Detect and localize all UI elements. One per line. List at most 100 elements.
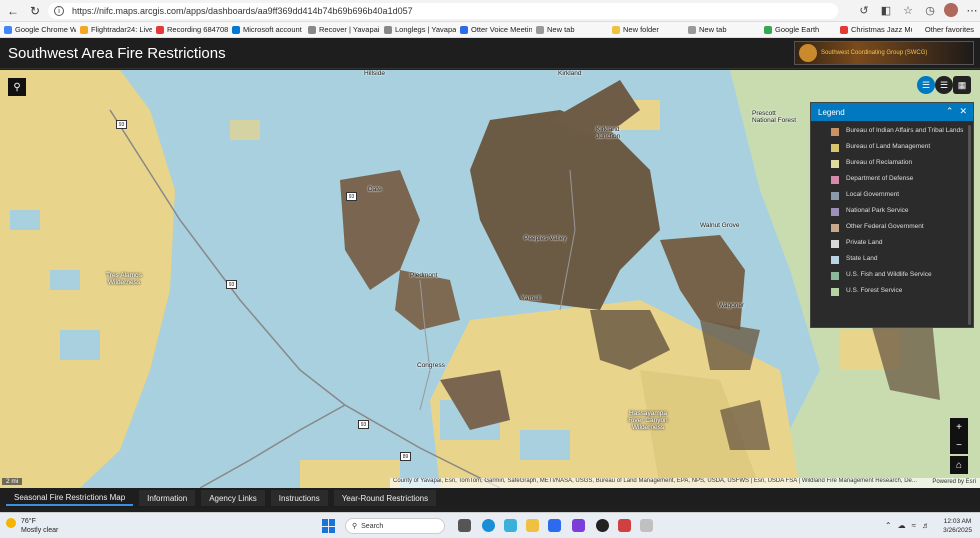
bookmark-label: Recover | Yavapai Li... — [319, 25, 380, 34]
media-player-icon[interactable] — [596, 519, 609, 532]
app-icon-1[interactable] — [504, 519, 517, 532]
bookmark-favicon — [384, 25, 392, 34]
close-icon[interactable]: ✕ — [959, 106, 967, 117]
zoom-out-button[interactable]: − — [950, 436, 968, 454]
bookmark-item[interactable]: New tab — [536, 25, 608, 34]
bookmark-label: Google Earth — [775, 25, 820, 34]
bookmark-item[interactable]: Recover | Yavapai Li... — [308, 25, 380, 34]
legend-item: Department of Defense — [831, 175, 973, 184]
bookmark-item[interactable]: Christmas Jazz Musi... — [840, 25, 912, 34]
home-icon[interactable]: ⌂ — [950, 456, 968, 474]
app-icon-4[interactable] — [618, 519, 631, 532]
back-icon[interactable]: ← — [4, 2, 22, 20]
windows-start-icon[interactable] — [322, 519, 336, 533]
bookmark-item[interactable]: Otter Voice Meeting... — [460, 25, 532, 34]
legend-label: Department of Defense — [846, 175, 914, 182]
bookmark-item[interactable]: Microsoft account |... — [232, 25, 304, 34]
dashboard-header: Southwest Area Fire Restrictions Southwe… — [0, 38, 980, 69]
legend-item: Bureau of Land Management — [831, 143, 973, 152]
tab-item[interactable]: Instructions — [270, 490, 328, 506]
bookmark-item[interactable]: Longlegs | Yavapai L... — [384, 25, 456, 34]
weather-condition: Mostly clear — [21, 527, 59, 534]
app-icon-3[interactable] — [572, 519, 585, 532]
tab-item[interactable]: Information — [139, 490, 196, 506]
tab-item[interactable]: Agency Links — [201, 490, 265, 506]
map-place-label: Piedmont — [410, 272, 438, 279]
layers-icon[interactable]: ☰ — [935, 76, 953, 94]
bookmark-favicon — [232, 25, 240, 34]
bookmark-item[interactable]: New tab — [688, 25, 760, 34]
bookmark-favicon — [612, 25, 620, 34]
bookmark-item[interactable]: Recording 6847083... — [156, 25, 228, 34]
cloud-icon[interactable]: ☁ — [898, 521, 906, 530]
browser-toolbar: ← ↻ i https://nifc.maps.arcgis.com/apps/… — [0, 0, 980, 22]
legend-swatch — [831, 176, 839, 184]
bookmark-item[interactable]: New folder — [612, 25, 684, 34]
wifi-icon[interactable]: ≈ — [912, 521, 916, 530]
bookmark-label: New tab — [699, 25, 727, 34]
taskbar-search[interactable]: ⚲ Search — [345, 518, 445, 534]
tab-item[interactable]: Year-Round Restrictions — [333, 490, 437, 506]
legend-swatch — [831, 208, 839, 216]
legend-scrollbar[interactable] — [968, 125, 971, 325]
extensions-icon[interactable]: ◧ — [878, 2, 894, 18]
more-menu-icon[interactable]: ⋯ — [964, 2, 980, 18]
route-shield: 93 — [116, 120, 127, 129]
legend-toggle-icon[interactable]: ☰ — [917, 76, 935, 94]
bookmark-label: New tab — [547, 25, 575, 34]
map-search-icon[interactable]: ⚲ — [8, 78, 26, 96]
map-place-label: Yarnell — [521, 295, 541, 302]
other-favorites[interactable]: Other favorites — [925, 25, 974, 34]
map-place-label: Peeples Valley — [524, 235, 567, 242]
map-place-label: Congress — [417, 362, 445, 369]
refresh-page-icon[interactable]: ↺ — [856, 2, 872, 18]
bookmark-label: Christmas Jazz Musi... — [851, 25, 912, 34]
tab-item[interactable]: Seasonal Fire Restrictions Map — [6, 490, 134, 506]
bookmarks-bar: Google Chrome We... Flightradar24: Live F… — [0, 22, 980, 38]
legend-label: U.S. Forest Service — [846, 287, 903, 294]
profile-avatar[interactable] — [944, 3, 958, 17]
legend-label: Bureau of Indian Affairs and Tribal Land… — [846, 127, 964, 134]
address-bar[interactable]: i https://nifc.maps.arcgis.com/apps/dash… — [48, 3, 838, 19]
legend-swatch — [831, 128, 839, 136]
legend-label: State Land — [846, 255, 878, 262]
bookmark-item[interactable]: Google Chrome We... — [4, 25, 76, 34]
map-attribution: County of Yavapai, Esri, TomTom, Garmin,… — [390, 478, 980, 488]
dashboard-tabs: Seasonal Fire Restrictions Map Informatio… — [0, 488, 980, 508]
basemap-gallery-icon[interactable]: ▦ — [953, 76, 971, 94]
route-shield: 89 — [400, 452, 411, 461]
legend-panel: Legend ⌃ ✕ Bureau of Indian Affairs and … — [810, 102, 974, 328]
history-icon[interactable]: ◷ — [922, 2, 938, 18]
map-place-label: Kirkland — [558, 70, 582, 77]
collapse-icon[interactable]: ⌃ — [946, 106, 954, 117]
info-icon[interactable]: i — [54, 6, 64, 16]
edge-browser-icon[interactable] — [482, 519, 495, 532]
route-shield: 93 — [226, 280, 237, 289]
bookmark-label: Recording 6847083... — [167, 25, 228, 34]
app-icon-5[interactable] — [640, 519, 653, 532]
clock-date: 3/26/2025 — [943, 527, 972, 534]
chevron-up-icon[interactable]: ⌃ — [885, 521, 892, 530]
map-place-label: Hassayampa River Canyon Wilderness — [628, 410, 668, 431]
favorites-icon[interactable]: ☆ — [900, 2, 916, 18]
search-icon: ⚲ — [352, 523, 358, 530]
swcg-seal-icon — [799, 44, 817, 62]
legend-label: Bureau of Reclamation — [846, 159, 913, 166]
task-view-icon[interactable] — [458, 519, 471, 532]
bookmark-item[interactable]: Flightradar24: Live F... — [80, 25, 152, 34]
legend-item: U.S. Forest Service — [831, 287, 973, 296]
legend-header: Legend ⌃ ✕ — [811, 103, 973, 121]
bookmark-item[interactable]: Google Earth — [764, 25, 836, 34]
clock[interactable]: 12:03 AM 3/26/2025 — [943, 517, 972, 535]
volume-icon[interactable]: ♬ — [922, 521, 930, 530]
file-explorer-icon[interactable] — [526, 519, 539, 532]
powered-by-esri[interactable]: Powered by Esri — [932, 479, 976, 485]
legend-swatch — [831, 240, 839, 248]
legend-label: U.S. Fish and Wildlife Service — [846, 271, 932, 278]
weather-widget[interactable]: 76°F Mostly clear — [6, 517, 58, 535]
zoom-in-button[interactable]: + — [950, 418, 968, 436]
app-icon-2[interactable] — [548, 519, 561, 532]
bookmark-favicon — [536, 25, 544, 34]
dashboard-title: Southwest Area Fire Restrictions — [8, 45, 226, 62]
refresh-icon[interactable]: ↻ — [26, 2, 44, 20]
